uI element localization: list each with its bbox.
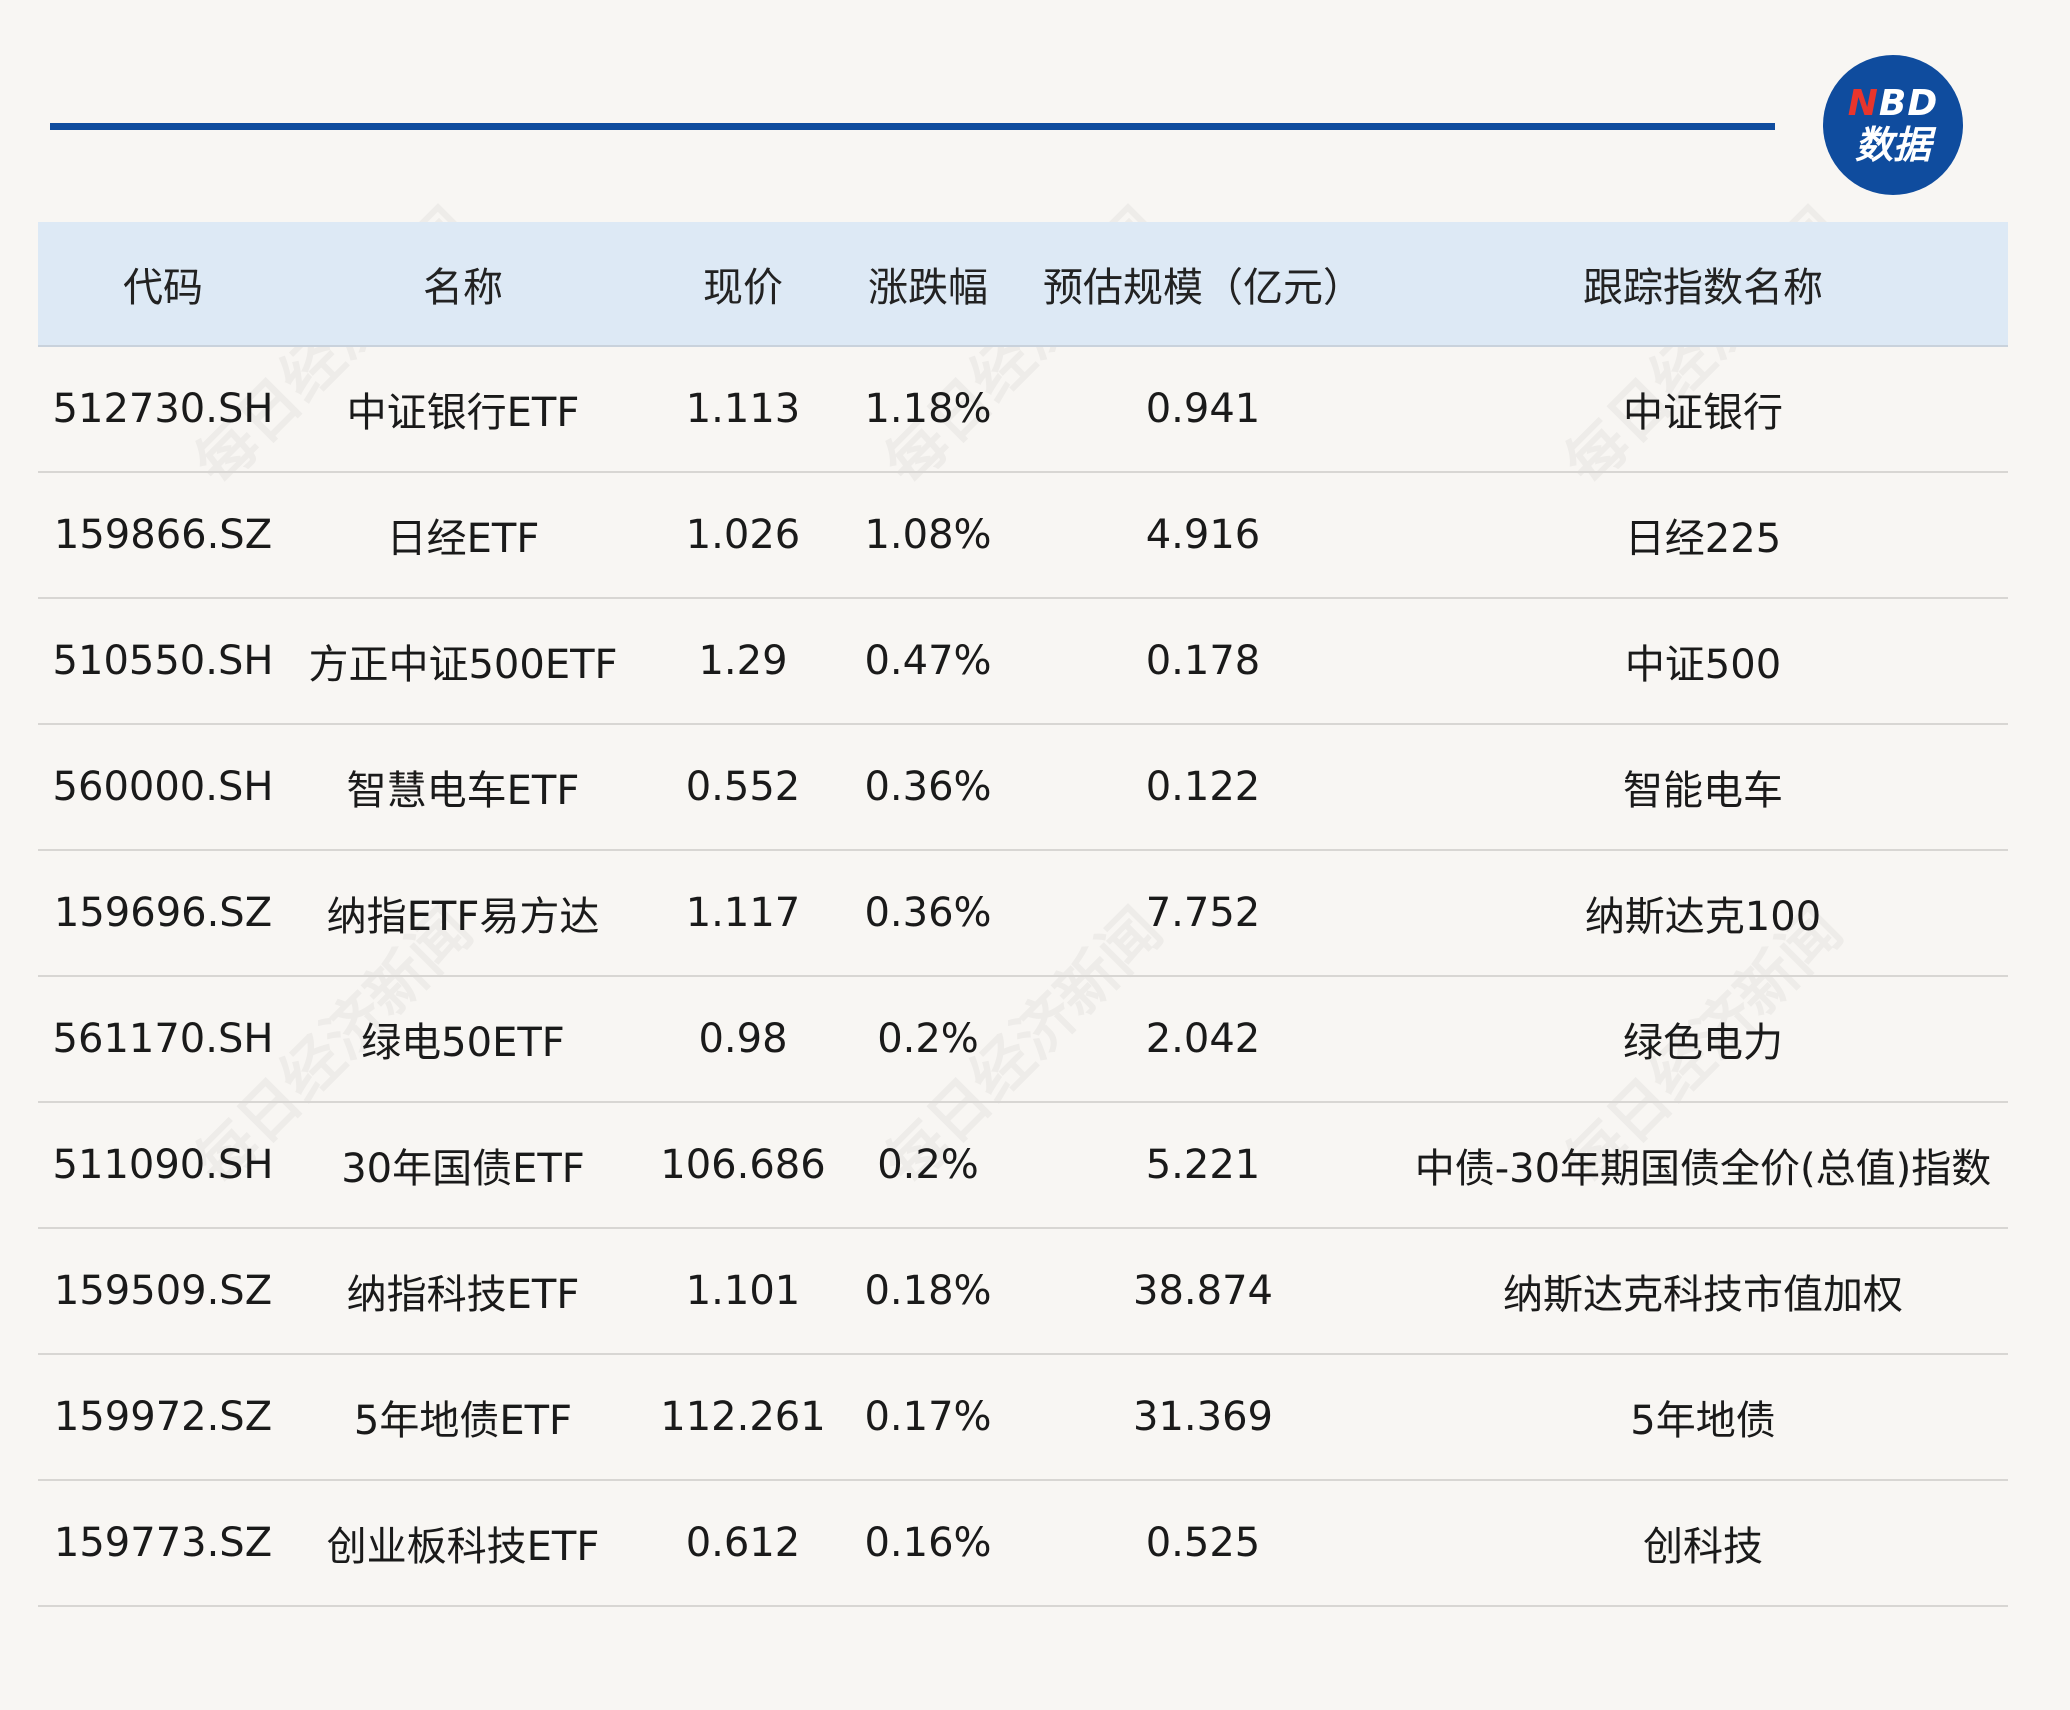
cell-change: 1.08% [864,512,992,558]
table-row: 159972.SZ 5年地债ETF 112.261 0.17% 31.369 5年地债 [38,1355,2008,1481]
cell-scale: 0.178 [1145,638,1261,684]
table-row: 159696.SZ 纳指ETF易方达 1.117 0.36% 7.752 纳斯达克100 [38,851,2008,977]
header-code: 代码 [123,264,203,311]
table-header: 代码 名称 现价 涨跌幅 预估规模（亿元） 跟踪指数名称 [38,222,2008,347]
cell-code: 511090.SH [52,1142,274,1188]
cell-price: 0.552 [685,764,801,810]
cell-index: 纳斯达克科技市值加权 [1503,1272,1903,1318]
cell-change: 0.47% [864,638,992,684]
cell-code: 159773.SZ [53,1520,273,1566]
logo-text-data: 数据 [1854,123,1931,167]
cell-index: 5年地债 [1630,1398,1776,1444]
cell-scale: 5.221 [1145,1142,1261,1188]
cell-name: 30年国债ETF [341,1146,585,1192]
header-index: 跟踪指数名称 [1583,264,1823,311]
cell-change: 0.16% [864,1520,992,1566]
cell-index: 中债-30年期国债全价(总值)指数 [1414,1146,1992,1192]
table-row: 561170.SH 绿电50ETF 0.98 0.2% 2.042 绿色电力 [38,977,2008,1103]
cell-name: 绿电50ETF [361,1020,565,1066]
cell-index: 绿色电力 [1623,1020,1783,1066]
header-price: 现价 [703,264,783,311]
cell-code: 159509.SZ [53,1268,273,1314]
cell-index: 中证500 [1624,642,1782,688]
cell-scale: 7.752 [1145,890,1261,936]
cell-price: 1.117 [685,890,801,936]
cell-price: 1.29 [698,638,788,684]
header-change: 涨跌幅 [868,264,988,311]
cell-index: 日经225 [1624,516,1782,562]
cell-scale: 0.941 [1145,386,1261,432]
cell-name: 方正中证500ETF [308,642,618,688]
cell-price: 1.113 [685,386,801,432]
cell-index: 智能电车 [1623,768,1783,814]
cell-change: 0.17% [864,1394,992,1440]
cell-index: 创科技 [1643,1524,1763,1570]
cell-name: 智慧电车ETF [346,768,580,814]
cell-price: 106.686 [660,1142,826,1188]
cell-price: 1.101 [685,1268,801,1314]
table-row: 159509.SZ 纳指科技ETF 1.101 0.18% 38.874 纳斯达克科技市值… [38,1229,2008,1355]
cell-code: 159866.SZ [53,512,273,558]
header-name: 名称 [423,264,503,311]
table-row: 511090.SH 30年国债ETF 106.686 0.2% 5.221 中债-30年期… [38,1103,2008,1229]
cell-scale: 31.369 [1133,1394,1273,1440]
etf-table: 代码 名称 现价 涨跌幅 预估规模（亿元） 跟踪指数名称 512730.SH 中证… [38,222,2008,1607]
cell-code: 159696.SZ [53,890,273,936]
table-row: 512730.SH 中证银行ETF 1.113 1.18% 0.941 中证银行 [38,347,2008,473]
cell-scale: 38.874 [1133,1268,1273,1314]
cell-price: 0.98 [698,1016,788,1062]
table-row: 560000.SH 智慧电车ETF 0.552 0.36% 0.122 智能电车 [38,725,2008,851]
cell-change: 0.36% [864,890,992,936]
cell-name: 纳指ETF易方达 [326,894,600,940]
cell-change: 0.18% [864,1268,992,1314]
cell-change: 0.36% [864,764,992,810]
cell-code: 561170.SH [52,1016,274,1062]
cell-scale: 0.525 [1145,1520,1261,1566]
cell-change: 0.2% [877,1016,979,1062]
cell-name: 中证银行ETF [346,390,580,436]
cell-name: 纳指科技ETF [346,1272,580,1318]
logo-text-nbd: NBD [1847,83,1939,124]
nbd-logo: NBD 数据 [1823,55,1963,195]
cell-scale: 2.042 [1145,1016,1261,1062]
cell-price: 1.026 [685,512,801,558]
table-row: 510550.SH 方正中证500ETF 1.29 0.47% 0.178 中证500 [38,599,2008,725]
cell-name: 5年地债ETF [353,1398,573,1444]
cell-change: 1.18% [864,386,992,432]
cell-code: 510550.SH [52,638,274,684]
cell-code: 159972.SZ [53,1394,273,1440]
cell-name: 日经ETF [386,516,540,562]
cell-change: 0.2% [877,1142,979,1188]
cell-price: 112.261 [660,1394,826,1440]
cell-scale: 4.916 [1145,512,1261,558]
header-scale: 预估规模（亿元） [1043,264,1363,311]
cell-name: 创业板科技ETF [326,1524,600,1570]
cell-scale: 0.122 [1145,764,1261,810]
cell-index: 纳斯达克100 [1584,894,1822,940]
cell-price: 0.612 [685,1520,801,1566]
cell-index: 中证银行 [1623,390,1783,436]
cell-code: 560000.SH [52,764,274,810]
cell-code: 512730.SH [52,386,274,432]
table-row: 159866.SZ 日经ETF 1.026 1.08% 4.916 日经225 [38,473,2008,599]
table-row: 159773.SZ 创业板科技ETF 0.612 0.16% 0.525 创科技 [38,1481,2008,1607]
top-rule [50,123,1775,130]
